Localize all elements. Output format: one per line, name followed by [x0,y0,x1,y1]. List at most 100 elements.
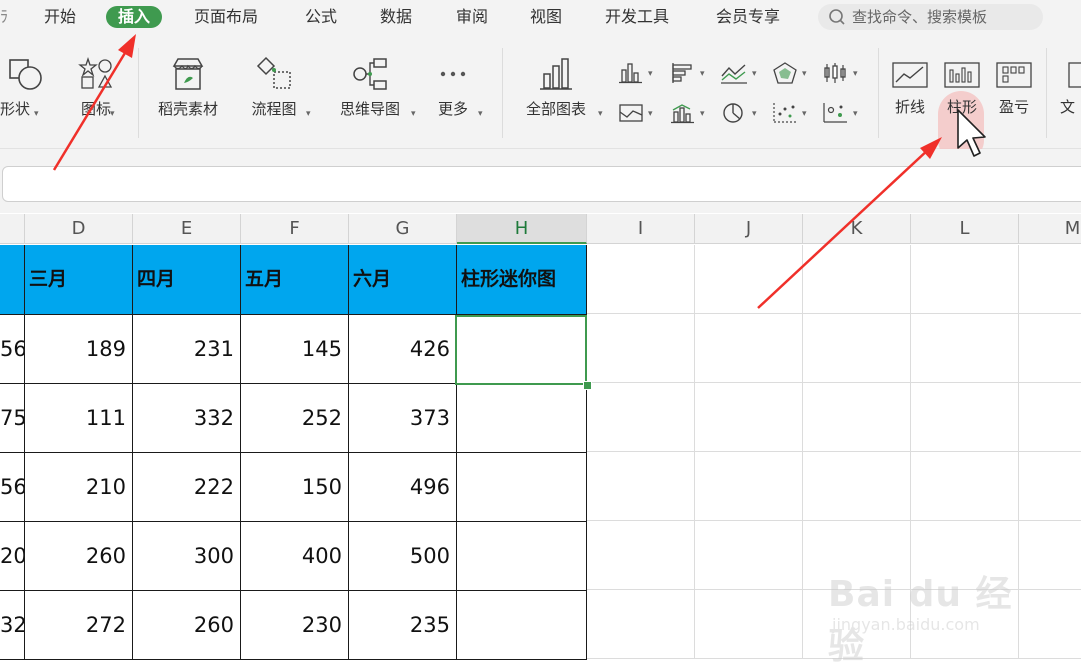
column-header-c-partial[interactable] [0,214,25,244]
cell-f[interactable]: 145 [241,315,349,384]
cell-h-sparkline[interactable] [457,591,587,660]
empty-cell[interactable] [1019,245,1081,314]
empty-cell[interactable] [911,452,1019,521]
line-chart-button[interactable] [720,62,748,88]
more-button[interactable]: 更多 [430,56,476,119]
all-charts-button[interactable]: 全部图表 [514,56,598,119]
sparkline-column-button[interactable]: 柱形 [940,60,984,117]
empty-cell[interactable] [695,452,803,521]
empty-cell[interactable] [911,245,1019,314]
menu-item-member[interactable]: 会员专享 [716,6,780,28]
cell-d[interactable]: 272 [25,591,133,660]
cell-g[interactable]: 373 [349,384,457,453]
empty-cell[interactable] [695,590,803,659]
empty-cell[interactable] [911,383,1019,452]
empty-cell[interactable] [803,383,911,452]
column-chart-button[interactable] [618,62,644,88]
column-header-h[interactable]: H [457,214,587,244]
empty-cell[interactable] [1019,590,1081,659]
menu-item-home[interactable]: 开始 [44,6,76,28]
menu-item-insert[interactable]: 插入 [106,6,163,28]
cell-c-partial[interactable]: 75 [0,384,25,453]
menu-item-page-layout[interactable]: 页面布局 [194,6,258,28]
menu-item-partial[interactable]: ﾗ [0,6,8,28]
column-header-e[interactable]: E [133,214,241,244]
empty-cell[interactable] [587,590,695,659]
menu-item-formulas[interactable]: 公式 [305,6,337,28]
fill-handle[interactable] [583,381,592,390]
column-header-m[interactable]: M [1019,214,1081,244]
sparkline-line-button[interactable]: 折线 [888,60,932,117]
menu-item-review[interactable]: 审阅 [456,6,488,28]
daoke-material-button[interactable]: 稻壳素材 [148,56,228,119]
empty-cell[interactable] [695,314,803,383]
empty-cell[interactable] [695,245,803,314]
cell-f[interactable]: 252 [241,384,349,453]
cell-f[interactable]: 150 [241,453,349,522]
cell-g[interactable]: 426 [349,315,457,384]
cell-c-partial[interactable]: 32 [0,591,25,660]
text-button-partial[interactable]: 文 [1060,60,1081,117]
column-header-k[interactable]: K [803,214,911,244]
empty-cell[interactable] [1019,314,1081,383]
menu-item-developer[interactable]: 开发工具 [605,6,669,28]
empty-cell[interactable] [695,521,803,590]
cell-d[interactable]: 210 [25,453,133,522]
column-header-j[interactable]: J [695,214,803,244]
formula-bar-input[interactable] [2,166,1081,202]
column-header-f[interactable]: F [241,214,349,244]
empty-cell[interactable] [587,521,695,590]
empty-cell[interactable] [803,314,911,383]
header-cell-column-sparkline[interactable]: 柱形迷你图 [457,245,587,315]
header-cell-march[interactable]: 三月 [25,245,133,315]
cell-g[interactable]: 496 [349,453,457,522]
flowchart-button[interactable]: 流程图 [244,56,304,119]
cell-h-sparkline[interactable] [457,453,587,522]
header-cell-june[interactable]: 六月 [349,245,457,315]
menu-item-data[interactable]: 数据 [380,6,412,28]
cell-c-partial[interactable]: 56 [0,453,25,522]
cell-f[interactable]: 400 [241,522,349,591]
search-box[interactable]: 查找命令、搜索模板 [818,4,1043,30]
empty-cell[interactable] [803,452,911,521]
column-header-d[interactable]: D [25,214,133,244]
empty-cell[interactable] [587,452,695,521]
menu-item-view[interactable]: 视图 [530,6,562,28]
cell-g[interactable]: 235 [349,591,457,660]
cell-d[interactable]: 111 [25,384,133,453]
column-header-g[interactable]: G [349,214,457,244]
header-cell-partial[interactable] [0,245,25,315]
column-header-l[interactable]: L [911,214,1019,244]
radar-chart-button[interactable] [772,62,798,88]
selected-cell-h3[interactable] [455,315,587,385]
area-chart-button[interactable] [618,102,644,128]
mindmap-button[interactable]: 思维导图 [330,56,410,119]
cell-d[interactable]: 189 [25,315,133,384]
empty-cell[interactable] [803,245,911,314]
sparkline-winloss-button[interactable]: 盈亏 [992,60,1036,117]
bar-chart-button[interactable] [670,62,696,88]
icons-button[interactable]: 图标 [66,56,126,119]
cell-e[interactable]: 300 [133,522,241,591]
stock-chart-button[interactable] [822,62,848,88]
cell-c-partial[interactable]: 56 [0,315,25,384]
cell-e[interactable]: 332 [133,384,241,453]
shapes-button[interactable]: 形状 [0,56,48,119]
combo-chart-button[interactable] [670,102,696,128]
empty-cell[interactable] [911,314,1019,383]
pie-chart-button[interactable] [720,102,746,128]
column-header-i[interactable]: I [587,214,695,244]
empty-cell[interactable] [587,245,695,314]
empty-cell[interactable] [1019,521,1081,590]
empty-cell[interactable] [587,314,695,383]
cell-c-partial[interactable]: 20 [0,522,25,591]
empty-cell[interactable] [587,383,695,452]
empty-cell[interactable] [1019,383,1081,452]
cell-h-sparkline[interactable] [457,384,587,453]
empty-cell[interactable] [695,383,803,452]
header-cell-may[interactable]: 五月 [241,245,349,315]
cell-f[interactable]: 230 [241,591,349,660]
cell-e[interactable]: 260 [133,591,241,660]
cell-g[interactable]: 500 [349,522,457,591]
cell-e[interactable]: 231 [133,315,241,384]
